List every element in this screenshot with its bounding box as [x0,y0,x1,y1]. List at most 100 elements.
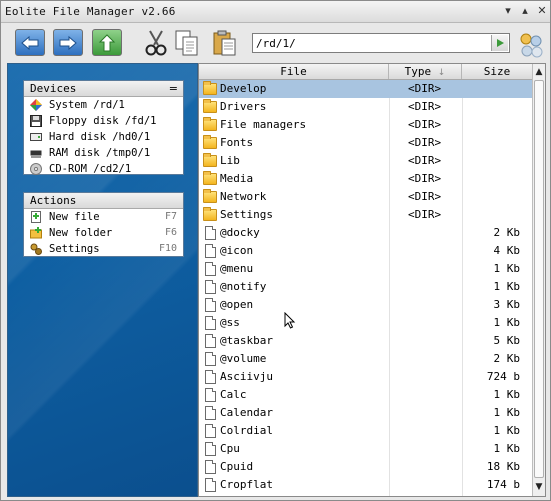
home-button[interactable] [518,31,544,58]
file-size: 2 Kb [493,352,521,365]
file-type: <DIR> [408,172,442,185]
column-file[interactable]: File [199,64,389,79]
folder-row[interactable]: Media <DIR> [199,170,532,188]
file-row[interactable]: @notify 1 Kb [199,278,532,296]
folder-icon [203,99,217,113]
file-name: @open [220,298,254,311]
maximize-button[interactable]: ▴ [518,4,532,18]
file-row[interactable]: Calendar 1 Kb [199,404,532,422]
home-icon [520,33,543,58]
file-name: @menu [220,262,254,275]
window-title: Eolite File Manager v2.66 [5,5,176,18]
file-row[interactable]: @icon 4 Kb [199,242,532,260]
file-icon [205,334,216,348]
file-icon [205,442,216,456]
file-name: Lib [220,154,240,167]
vertical-scrollbar[interactable]: ▲ ▼ [532,64,545,496]
file-row[interactable]: Asciivju 724 b [199,368,532,386]
settings-icon [30,243,42,255]
scroll-up-button[interactable]: ▲ [533,65,545,79]
minimize-button[interactable]: ▾ [501,4,515,18]
file-size: 1 Kb [493,280,521,293]
folder-row[interactable]: Fonts <DIR> [199,134,532,152]
folder-row[interactable]: Settings <DIR> [199,206,532,224]
file-size: 4 Kb [493,244,521,257]
folder-row[interactable]: Network <DIR> [199,188,532,206]
column-type[interactable]: Type ↓ [389,64,462,79]
device-item-ramdisk[interactable]: RAM disk /tmp0/1 [24,145,183,161]
file-row[interactable]: Cpuid 18 Kb [199,458,532,476]
go-button[interactable] [491,35,508,51]
file-icon [205,244,216,258]
close-button[interactable]: ✕ [535,4,549,18]
file-size: 18 Kb [486,460,520,473]
devices-menu-button[interactable]: = [169,81,178,96]
file-icon [205,460,216,474]
scroll-down-button[interactable]: ▼ [533,480,545,494]
scroll-thumb[interactable] [534,80,544,478]
paste-button[interactable] [211,28,239,58]
device-label: RAM disk /tmp0/1 [49,147,151,159]
folder-row[interactable]: Lib <DIR> [199,152,532,170]
column-header: File Type ↓ Size [199,64,532,80]
floppy-icon [30,115,42,127]
file-name: @ss [220,316,240,329]
go-icon [497,39,504,47]
folder-row[interactable]: File managers <DIR> [199,116,532,134]
device-item-cdrom[interactable]: CD-ROM /cd2/1 [24,161,183,177]
file-row[interactable]: @docky 2 Kb [199,224,532,242]
action-settings[interactable]: Settings F10 [24,241,183,257]
up-button[interactable] [92,29,122,56]
device-item-floppy[interactable]: Floppy disk /fd/1 [24,113,183,129]
file-name: Colrdial [220,424,273,437]
file-size: 1 Kb [493,406,521,419]
folder-icon [203,81,217,95]
action-label: Settings [49,243,100,255]
file-row[interactable]: Colrdial 1 Kb [199,422,532,440]
folder-row[interactable]: Drivers <DIR> [199,98,532,116]
file-size: 5 Kb [493,334,521,347]
cut-button[interactable] [142,28,170,58]
action-new-file[interactable]: New file F7 [24,209,183,225]
actions-header: Actions [24,193,183,209]
shortcut-key: F10 [158,243,177,254]
file-icon [205,478,216,492]
up-icon [98,33,116,51]
mouse-cursor-icon [284,312,296,329]
file-icon [205,262,216,276]
copy-button[interactable] [173,28,201,58]
action-new-folder[interactable]: New folder F6 [24,225,183,241]
file-row[interactable]: Calc 1 Kb [199,386,532,404]
file-row[interactable]: @menu 1 Kb [199,260,532,278]
file-name: @docky [220,226,260,239]
file-name: File managers [220,118,307,131]
column-size[interactable]: Size [462,64,532,79]
file-type: <DIR> [408,82,442,95]
device-label: CD-ROM /cd2/1 [49,163,132,175]
folder-row[interactable]: Develop <DIR> [199,80,532,98]
file-row[interactable]: @ss 1 Kb [199,314,532,332]
folder-icon [203,171,217,185]
devices-title: Devices [30,82,77,95]
file-row[interactable]: @taskbar 5 Kb [199,332,532,350]
file-name: Settings [220,208,273,221]
file-icon [205,406,216,420]
path-input[interactable] [256,36,488,51]
harddisk-icon [30,133,42,141]
column-type-label: Type [404,65,432,78]
file-row[interactable]: Cpu 1 Kb [199,440,532,458]
file-row[interactable]: @volume 2 Kb [199,350,532,368]
title-bar[interactable]: Eolite File Manager v2.66 ▾ ▴ ✕ [1,1,550,23]
device-item-system[interactable]: System /rd/1 [24,97,183,113]
back-button[interactable] [15,29,45,56]
device-label: Floppy disk /fd/1 [49,115,157,127]
file-row[interactable]: @open 3 Kb [199,296,532,314]
file-icon [205,316,216,330]
forward-button[interactable] [53,29,83,56]
file-row[interactable]: Cropflat 174 b [199,476,532,494]
file-type: <DIR> [408,136,442,149]
file-name: Media [220,172,254,185]
file-name: Calendar [220,406,273,419]
file-name: @taskbar [220,334,273,347]
device-item-harddisk[interactable]: Hard disk /hd0/1 [24,129,183,145]
